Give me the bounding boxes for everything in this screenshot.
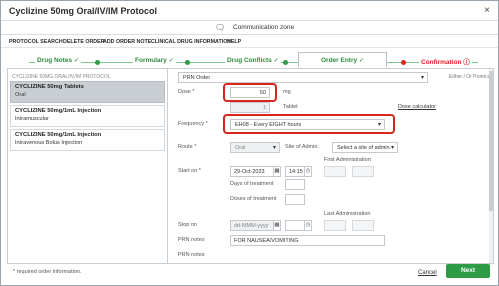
clock-icon[interactable]: ◷ bbox=[304, 220, 312, 231]
menu-bar: PROTOCOL SEARCH DELETE ORDER ADD ORDER N… bbox=[1, 36, 498, 48]
site-label: Site of Admin. bbox=[285, 144, 319, 150]
order-type-value: PRN Order bbox=[183, 75, 211, 81]
step-dot bbox=[95, 60, 100, 65]
progress-steps: Drug Notes ✓ Formulary ✓ Drug Conflicts … bbox=[1, 51, 498, 67]
dose-unit: mg bbox=[283, 89, 291, 95]
order-form: PRN Order ▾ Either / Or Protocol Dose * … bbox=[172, 69, 493, 263]
step-drug-notes[interactable]: Drug Notes ✓ bbox=[35, 56, 82, 64]
step-confirmation[interactable]: Confirmation ⓘ bbox=[419, 56, 472, 66]
last-admin-label: Last Administration bbox=[324, 211, 371, 217]
scrollbar[interactable] bbox=[489, 69, 493, 263]
list-item[interactable]: CYCLIZINE 50mg Tablets Oral bbox=[10, 81, 165, 103]
step-formulary[interactable]: Formulary ✓ bbox=[133, 56, 177, 64]
route-value: Oral bbox=[235, 145, 246, 151]
communication-zone[interactable]: 🗨 Communication zone bbox=[1, 21, 498, 35]
doses-input[interactable] bbox=[285, 194, 305, 205]
dose-calculator-link[interactable]: Dose calculator bbox=[398, 104, 436, 110]
list-item-route: Intramuscular bbox=[15, 116, 49, 122]
footer: * required order information. Cancel Nex… bbox=[1, 264, 498, 286]
scrollbar-thumb[interactable] bbox=[489, 71, 493, 211]
content-panel: CYCLIZINE 50MG ORAL/IV/IM PROTOCOL CYCLI… bbox=[7, 68, 494, 264]
protocol-list: CYCLIZINE 50MG ORAL/IV/IM PROTOCOL CYCLI… bbox=[8, 69, 168, 263]
dialog-window: Cyclizine 50mg Oral/IV/IM Protocol × 🗨 C… bbox=[0, 0, 499, 286]
communication-zone-label: Communication zone bbox=[233, 24, 295, 31]
next-button[interactable]: Next bbox=[446, 264, 490, 278]
quantity-input[interactable]: 1 bbox=[230, 102, 270, 113]
calendar-icon[interactable]: ▦ bbox=[273, 220, 281, 231]
dose-highlight bbox=[223, 83, 277, 102]
start-label: Start on * bbox=[178, 168, 201, 174]
speech-bubble-icon: 🗨 bbox=[215, 23, 226, 32]
list-item-name: CYCLIZINE 50mg/1mL Injection bbox=[15, 108, 102, 114]
list-item-route: Oral bbox=[15, 92, 26, 98]
prn-notes-label-2: PRN notes bbox=[178, 252, 205, 258]
frequency-label: Frequency * bbox=[178, 121, 208, 127]
quantity-unit: Tablet bbox=[283, 104, 298, 110]
route-label: Route * bbox=[178, 144, 197, 150]
step-dot bbox=[283, 60, 288, 65]
dialog-title: Cyclizine 50mg Oral/IV/IM Protocol bbox=[9, 6, 158, 16]
step-dot bbox=[401, 60, 406, 65]
required-note: * required order information. bbox=[13, 269, 82, 275]
close-icon[interactable]: × bbox=[484, 5, 490, 16]
site-select[interactable]: Select a site of admin. ▾ bbox=[332, 142, 398, 153]
first-admin-time bbox=[352, 166, 374, 177]
menu-clinical-drug-info[interactable]: CLINICAL DRUG INFORMATION bbox=[151, 39, 231, 45]
cancel-button[interactable]: Cancel bbox=[418, 270, 437, 276]
either-or-label[interactable]: Either / Or Protocol bbox=[449, 74, 492, 80]
step-drug-conflicts[interactable]: Drug Conflicts ✓ bbox=[225, 56, 282, 64]
first-admin-label: First Administration bbox=[324, 157, 371, 163]
doses-label: Doses of treatment bbox=[230, 196, 277, 202]
step-order-entry[interactable]: Order Entry ✓ bbox=[298, 52, 388, 67]
menu-help[interactable]: HELP bbox=[227, 39, 241, 45]
list-item[interactable]: CYCLIZINE 50mg/1mL Injection Intramuscul… bbox=[10, 105, 165, 127]
title-bar: Cyclizine 50mg Oral/IV/IM Protocol × bbox=[1, 1, 498, 21]
start-date-input[interactable]: 29-Oct-2023 bbox=[230, 166, 274, 177]
stop-date-input[interactable]: dd-MMM-yyyy bbox=[230, 220, 274, 231]
list-item-name: CYCLIZINE 50mg Tablets bbox=[15, 84, 84, 90]
days-label: Days of treatment bbox=[230, 181, 274, 187]
stop-time-input[interactable] bbox=[285, 220, 305, 231]
order-type-select[interactable]: PRN Order ▾ bbox=[178, 72, 428, 83]
protocol-list-header: CYCLIZINE 50MG ORAL/IV/IM PROTOCOL bbox=[12, 74, 111, 80]
route-select[interactable]: Oral ▾ bbox=[230, 142, 280, 153]
list-item-route: Intravenous Bolus Injection bbox=[15, 140, 83, 146]
list-item-name: CYCLIZINE 50mg/1mL Injection bbox=[15, 132, 102, 138]
last-admin-date bbox=[324, 220, 346, 231]
list-item[interactable]: CYCLIZINE 50mg/1mL Injection Intravenous… bbox=[10, 129, 165, 151]
chevron-down-icon: ▾ bbox=[420, 75, 424, 81]
chevron-down-icon: ▾ bbox=[390, 145, 394, 151]
chevron-down-icon: ▾ bbox=[272, 145, 276, 151]
menu-delete-order[interactable]: DELETE ORDER bbox=[63, 39, 105, 45]
step-dot bbox=[185, 60, 190, 65]
prn-notes-input[interactable]: FOR NAUSEA/VOMITING bbox=[230, 235, 385, 246]
menu-add-order-note[interactable]: ADD ORDER NOTE bbox=[103, 39, 151, 45]
site-value: Select a site of admin. bbox=[337, 145, 392, 151]
days-input[interactable] bbox=[285, 179, 305, 190]
first-admin-date bbox=[324, 166, 346, 177]
frequency-highlight bbox=[223, 114, 395, 134]
dose-label: Dose * bbox=[178, 89, 195, 95]
start-time-input[interactable]: 14:15 bbox=[285, 166, 305, 177]
last-admin-time bbox=[352, 220, 374, 231]
clock-icon[interactable]: ◷ bbox=[304, 166, 312, 177]
prn-notes-label: PRN notes bbox=[178, 237, 205, 243]
menu-protocol-search[interactable]: PROTOCOL SEARCH bbox=[9, 39, 63, 45]
stop-label: Stop on bbox=[178, 222, 197, 228]
calendar-icon[interactable]: ▦ bbox=[273, 166, 281, 177]
